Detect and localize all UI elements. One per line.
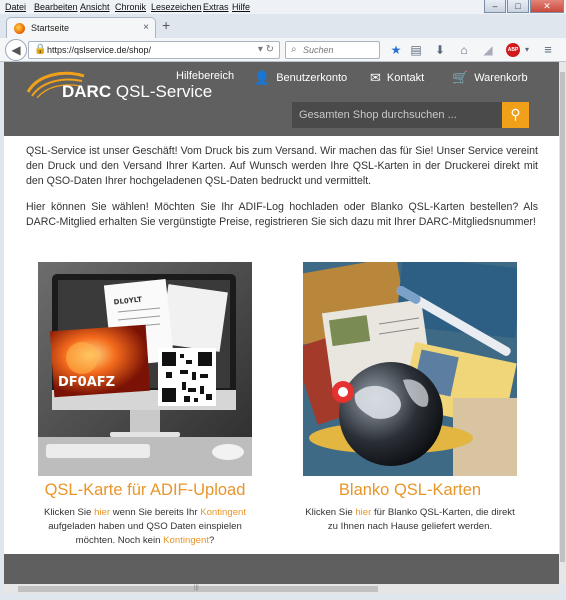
qsl-card-callsign: DF0AFZ <box>58 375 115 390</box>
logo-service-text: QSL-Service <box>115 82 213 101</box>
tab-strip: Startseite × + <box>0 14 566 38</box>
browser-search-input[interactable] <box>303 43 377 57</box>
product-adif-hier-link[interactable]: hier <box>94 507 110 518</box>
product-blanko-text-1: Klicken Sie <box>305 507 356 518</box>
search-icon: ⌕ <box>291 44 297 55</box>
downloads-icon[interactable]: ⬇ <box>432 42 448 58</box>
main-content: QSL-Service ist unser Geschäft! Vom Druc… <box>4 136 559 554</box>
url-text[interactable]: https://qslservice.de/shop/ <box>47 45 151 55</box>
menu-chronik[interactable]: Chronik <box>115 2 146 12</box>
product-blanko-qsl: Blanko QSL-Karten Klicken Sie hier für B… <box>303 262 517 534</box>
vertical-scrollbar[interactable] <box>559 62 566 584</box>
product-adif-image[interactable]: DL0YLT DF0AFZ <box>38 262 252 476</box>
lock-icon: 🔒 <box>34 44 47 55</box>
navigation-toolbar: ◀ 🔒 https://qslservice.de/shop/ ▾ ↻ ⌕ ★ … <box>0 38 566 62</box>
site-header: DARC QSL-Service Hilfebereich 👤 Benutzerk… <box>4 62 559 136</box>
back-arrow-icon: ◀ <box>11 43 21 57</box>
nav-warenkorb[interactable]: 🛒 Warenkorb <box>452 70 528 86</box>
intro-paragraph-2: Hier können Sie wählen! Möchten Sie Ihr … <box>26 201 538 228</box>
menu-hilfe[interactable]: Hilfe <box>232 2 250 12</box>
page-viewport: DARC QSL-Service Hilfebereich 👤 Benutzerk… <box>4 62 559 584</box>
cart-icon: 🛒 <box>452 70 469 85</box>
nav-kontakt[interactable]: ✉ Kontakt <box>370 70 424 86</box>
shop-search-input[interactable] <box>292 102 502 128</box>
close-window-button[interactable]: ✕ <box>530 0 564 13</box>
product-adif-text-1: Klicken Sie <box>43 507 95 518</box>
bookmark-star-icon[interactable]: ★ <box>388 42 404 58</box>
vertical-scroll-thumb[interactable] <box>560 72 565 562</box>
bookmarks-menu-icon[interactable]: ▤ <box>408 42 424 58</box>
menu-bar: Datei Bearbeiten Ansicht Chronik Lesezei… <box>0 0 566 14</box>
new-tab-button[interactable]: + <box>162 17 170 33</box>
tab-title: Startseite <box>31 23 70 33</box>
minimize-button[interactable]: – <box>484 0 506 13</box>
search-icon: ⚲ <box>510 106 521 122</box>
send-tab-icon[interactable]: ◢ <box>480 42 496 58</box>
intro-paragraph-1: QSL-Service ist unser Geschäft! Vom Druc… <box>26 145 538 187</box>
kontingent-link-1[interactable]: Kontingent <box>200 507 246 518</box>
product-adif-upload: DL0YLT DF0AFZ QSL-Karte für ADIF-Upload … <box>38 262 252 548</box>
tab-startseite[interactable]: Startseite × <box>6 17 156 38</box>
address-bar[interactable]: 🔒 https://qslservice.de/shop/ ▾ ↻ <box>28 41 280 59</box>
darc-qsl-logo[interactable]: DARC QSL-Service <box>26 68 212 102</box>
site-footer <box>4 554 559 584</box>
product-blanko-image[interactable] <box>303 262 517 476</box>
nav-warenkorb-label: Warenkorb <box>474 72 528 84</box>
reload-icon[interactable]: ▾ ↻ <box>258 44 274 55</box>
adblock-dropdown-icon[interactable]: ▾ <box>519 42 535 58</box>
envelope-icon: ✉ <box>370 70 381 85</box>
maximize-button[interactable]: □ <box>507 0 529 13</box>
adblock-plus-icon[interactable]: ABP <box>506 43 520 57</box>
menu-lesezeichen[interactable]: Lesezeichen <box>151 2 202 12</box>
horizontal-scrollbar[interactable]: ||| <box>4 584 559 594</box>
firefox-favicon-icon <box>14 23 25 34</box>
scroll-grip-icon: ||| <box>194 585 199 591</box>
home-icon[interactable]: ⌂ <box>456 42 472 58</box>
status-bar <box>0 594 566 600</box>
product-adif-title[interactable]: QSL-Karte für ADIF-Upload <box>38 481 252 500</box>
user-icon: 👤 <box>254 70 271 85</box>
nav-hilfebereich-label: Hilfebereich <box>176 70 235 82</box>
hamburger-menu-icon[interactable]: ≡ <box>540 42 556 58</box>
imac-qsl-illustration: DL0YLT DF0AFZ <box>38 262 252 476</box>
menu-datei[interactable]: Datei <box>5 2 26 12</box>
nav-kontakt-label: Kontakt <box>386 72 425 84</box>
nav-benutzerkonto[interactable]: 👤 Benutzerkonto <box>254 70 347 86</box>
product-adif-description: Klicken Sie hier wenn Sie bereits Ihr Ko… <box>38 506 252 548</box>
product-adif-text-2: wenn Sie bereits Ihr <box>110 507 201 518</box>
product-adif-text-4: ? <box>209 535 215 546</box>
product-blanko-title[interactable]: Blanko QSL-Karten <box>303 481 517 500</box>
window-controls: – □ ✕ <box>484 0 564 14</box>
back-button[interactable]: ◀ <box>5 39 27 61</box>
shop-search-button[interactable]: ⚲ <box>502 102 529 128</box>
product-blanko-description: Klicken Sie hier für Blanko QSL-Karten, … <box>303 506 517 534</box>
logo-darc-text: DARC <box>62 82 112 101</box>
menu-extras[interactable]: Extras <box>203 2 229 12</box>
menu-ansicht[interactable]: Ansicht <box>80 2 110 12</box>
nav-benutzerkonto-label: Benutzerkonto <box>276 72 348 84</box>
qsl-cards-globe-illustration <box>303 262 517 476</box>
kontingent-link-2[interactable]: Kontingent <box>163 535 209 546</box>
product-blanko-hier-link[interactable]: hier <box>355 507 371 518</box>
menu-bearbeiten[interactable]: Bearbeiten <box>34 2 78 12</box>
browser-search-bar[interactable]: ⌕ <box>285 41 380 59</box>
nav-hilfebereich[interactable]: Hilfebereich <box>176 70 234 82</box>
tab-close-icon[interactable]: × <box>143 22 149 33</box>
